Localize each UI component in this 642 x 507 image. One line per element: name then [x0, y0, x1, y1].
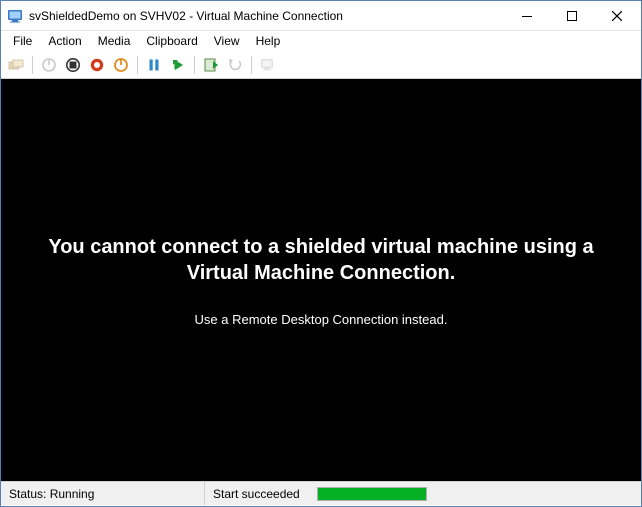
toolbar-separator	[32, 56, 33, 74]
menu-clipboard[interactable]: Clipboard	[138, 32, 205, 50]
checkpoint-button[interactable]	[200, 54, 222, 76]
shielded-vm-heading: You cannot connect to a shielded virtual…	[19, 234, 623, 286]
menu-view[interactable]: View	[206, 32, 248, 50]
enhanced-session-button	[257, 54, 279, 76]
start-button	[38, 54, 60, 76]
menu-action[interactable]: Action	[40, 32, 89, 50]
menu-media[interactable]: Media	[90, 32, 139, 50]
ctrl-alt-del-button	[5, 54, 27, 76]
shut-down-button[interactable]	[86, 54, 108, 76]
vm-display-area: You cannot connect to a shielded virtual…	[1, 79, 641, 481]
menu-file[interactable]: File	[5, 32, 40, 50]
status-state: Status: Running	[1, 482, 205, 505]
close-button[interactable]	[594, 1, 639, 30]
toolbar-separator	[251, 56, 252, 74]
statusbar: Status: Running Start succeeded	[1, 481, 641, 505]
toolbar-separator	[194, 56, 195, 74]
status-progress	[317, 487, 427, 501]
revert-button	[224, 54, 246, 76]
status-last-action: Start succeeded	[205, 482, 315, 505]
app-icon	[7, 8, 23, 24]
menubar: File Action Media Clipboard View Help	[1, 31, 641, 51]
window-title: svShieldedDemo on SVHV02 - Virtual Machi…	[29, 9, 504, 23]
maximize-button[interactable]	[549, 1, 594, 30]
shielded-vm-subtext: Use a Remote Desktop Connection instead.	[195, 312, 448, 327]
status-label: Status:	[9, 487, 46, 501]
save-button[interactable]	[110, 54, 132, 76]
toolbar	[1, 51, 641, 79]
minimize-button[interactable]	[504, 1, 549, 30]
turn-off-button[interactable]	[62, 54, 84, 76]
titlebar: svShieldedDemo on SVHV02 - Virtual Machi…	[1, 1, 641, 31]
toolbar-separator	[137, 56, 138, 74]
reset-button[interactable]	[167, 54, 189, 76]
status-progress-bar	[318, 488, 426, 500]
pause-button[interactable]	[143, 54, 165, 76]
menu-help[interactable]: Help	[248, 32, 289, 50]
status-value: Running	[50, 487, 95, 501]
window-controls	[504, 1, 639, 30]
